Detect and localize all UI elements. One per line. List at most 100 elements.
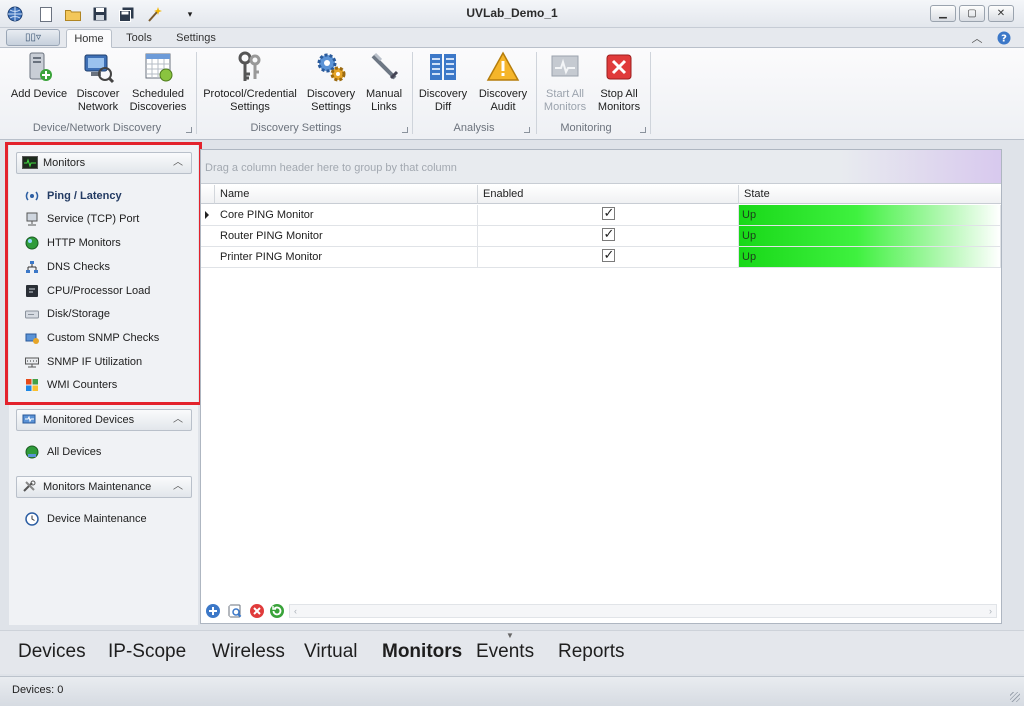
discovery-diff-button[interactable]: Discovery Diff xyxy=(414,50,472,120)
manual-links-button[interactable]: Manual Links xyxy=(362,50,406,120)
edit-icon[interactable] xyxy=(227,603,243,619)
grid-navigator: ‹ › xyxy=(201,600,1001,622)
table-row[interactable]: Router PING Monitor Up xyxy=(201,225,1001,247)
warning-icon xyxy=(486,51,520,81)
collapse-ribbon-icon[interactable]: ︿ xyxy=(970,29,984,47)
protocol-credential-label-2: Settings xyxy=(230,101,270,113)
discovery-settings-label: Discovery xyxy=(306,88,356,100)
nav-tab-monitors[interactable]: Monitors xyxy=(382,641,462,663)
title-bar: ▾ UVLab_Demo_1 ▁ ▢ ✕ xyxy=(0,0,1024,28)
scheduled-discoveries-button[interactable]: Scheduled Discoveries xyxy=(126,50,190,120)
collapse-chevron-icon[interactable]: ︿ xyxy=(173,410,183,430)
protocol-credential-settings-button[interactable]: Protocol/Credential Settings xyxy=(200,50,300,120)
group-launcher-discovery-settings[interactable] xyxy=(402,127,408,133)
table-row[interactable]: Printer PING Monitor Up xyxy=(201,246,1001,268)
enabled-checkbox[interactable] xyxy=(601,204,615,224)
stop-monitors-icon xyxy=(606,54,632,80)
tab-home[interactable]: Home xyxy=(66,29,112,48)
discover-network-icon xyxy=(84,54,115,84)
discovery-settings-button[interactable]: Discovery Settings xyxy=(302,50,360,120)
start-all-monitors-label: Start All xyxy=(546,88,584,100)
group-label-analysis: Analysis xyxy=(453,122,495,134)
column-header-state[interactable]: State xyxy=(739,185,1001,204)
nav-tab-ip-scope[interactable]: IP-Scope xyxy=(108,641,186,663)
discovery-diff-label: Discovery xyxy=(418,88,468,100)
add-device-label: Add Device xyxy=(10,88,68,100)
discovery-audit-button[interactable]: Discovery Audit xyxy=(474,50,532,120)
group-by-hint: Drag a column header here to group by th… xyxy=(205,162,457,174)
group-header-monitors-maintenance[interactable]: Monitors Maintenance ︿ xyxy=(16,476,192,498)
group-launcher-analysis[interactable] xyxy=(524,127,530,133)
group-label-monitoring: Monitoring xyxy=(560,122,612,134)
scroll-right-icon[interactable]: › xyxy=(989,605,992,617)
table-row[interactable]: Core PING Monitor Up xyxy=(201,204,1001,226)
status-bar: Devices: 0 xyxy=(0,676,1024,706)
nav-item-device-maintenance[interactable]: Device Maintenance xyxy=(23,510,193,528)
add-device-button[interactable]: Add Device xyxy=(8,50,70,120)
group-launcher-monitoring[interactable] xyxy=(640,127,646,133)
overflow-chevron-icon[interactable]: ▼ xyxy=(506,631,514,640)
cell-name[interactable]: Printer PING Monitor xyxy=(215,247,478,267)
cell-enabled[interactable] xyxy=(478,225,739,246)
start-monitors-icon xyxy=(551,55,579,77)
collapse-chevron-icon[interactable]: ︿ xyxy=(173,477,183,497)
nav-tab-reports[interactable]: Reports xyxy=(558,641,625,663)
ribbon: Add Device Discover Network Scheduled Di… xyxy=(0,48,1024,140)
cell-state[interactable]: Up xyxy=(739,247,1001,267)
manual-links-icon xyxy=(371,52,399,80)
maximize-button[interactable]: ▢ xyxy=(959,5,985,22)
minimize-button[interactable]: ▁ xyxy=(930,5,956,22)
discover-network-button[interactable]: Discover Network xyxy=(72,50,124,120)
refresh-icon[interactable] xyxy=(269,603,285,619)
group-label-device-network-discovery: Device/Network Discovery xyxy=(32,122,162,134)
cell-state[interactable]: Up xyxy=(739,226,1001,246)
enabled-checkbox[interactable] xyxy=(601,225,615,245)
manual-links-label-2: Links xyxy=(371,101,397,113)
ribbon-tab-strip: ▯▯▿ Home Tools Settings ︿ ? xyxy=(0,28,1024,48)
discovery-settings-label-2: Settings xyxy=(311,101,351,113)
resize-grip-icon[interactable] xyxy=(1010,692,1020,702)
horizontal-scrollbar[interactable]: ‹ › xyxy=(289,604,997,618)
scheduled-discoveries-label: Scheduled xyxy=(132,88,184,100)
application-menu-button[interactable]: ▯▯▿ xyxy=(6,29,60,46)
cell-name[interactable]: Router PING Monitor xyxy=(215,226,478,246)
discovery-diff-label-2: Diff xyxy=(434,101,452,113)
column-header-enabled[interactable]: Enabled xyxy=(478,185,739,204)
enabled-checkbox[interactable] xyxy=(601,246,615,266)
help-icon[interactable]: ? xyxy=(996,29,1012,47)
tab-tools[interactable]: Tools xyxy=(118,29,160,48)
monitors-grid: Drag a column header here to group by th… xyxy=(200,149,1002,624)
cell-state[interactable]: Up xyxy=(739,205,1001,225)
nav-tab-devices[interactable]: Devices xyxy=(18,641,86,663)
tab-settings[interactable]: Settings xyxy=(170,29,222,48)
start-all-monitors-button[interactable]: Start All Monitors xyxy=(538,50,592,120)
delete-icon[interactable] xyxy=(249,603,265,619)
discovery-audit-label: Discovery xyxy=(478,88,528,100)
group-launcher-device-network-discovery[interactable] xyxy=(186,127,192,133)
group-separator xyxy=(196,52,197,134)
nav-item-all-devices[interactable]: All Devices xyxy=(23,443,193,461)
minimize-icon: ▁ xyxy=(939,8,947,19)
group-separator xyxy=(536,52,537,134)
close-button[interactable]: ✕ xyxy=(988,5,1014,22)
gears-icon xyxy=(317,53,346,82)
all-devices-icon xyxy=(25,445,39,459)
group-separator xyxy=(412,52,413,134)
cell-name[interactable]: Core PING Monitor xyxy=(215,205,478,225)
nav-tab-wireless[interactable]: Wireless xyxy=(212,641,285,663)
nav-tab-events[interactable]: Events xyxy=(476,641,534,663)
stop-all-monitors-label-2: Monitors xyxy=(597,101,641,113)
discovery-audit-label-2: Audit xyxy=(490,101,516,113)
nav-tab-virtual[interactable]: Virtual xyxy=(304,641,358,663)
cell-enabled[interactable] xyxy=(478,246,739,267)
cell-enabled[interactable] xyxy=(478,204,739,225)
group-by-panel[interactable]: Drag a column header here to group by th… xyxy=(201,150,1001,184)
column-header-name[interactable]: Name xyxy=(215,185,478,204)
stop-all-monitors-button[interactable]: Stop All Monitors xyxy=(592,50,646,120)
nav-item-label: Device Maintenance xyxy=(47,513,147,525)
add-icon[interactable] xyxy=(205,603,221,619)
group-header-monitored-devices[interactable]: Monitored Devices ︿ xyxy=(16,409,192,431)
add-device-icon xyxy=(29,52,52,81)
manual-links-label: Manual xyxy=(365,88,403,100)
scroll-left-icon[interactable]: ‹ xyxy=(294,605,297,617)
